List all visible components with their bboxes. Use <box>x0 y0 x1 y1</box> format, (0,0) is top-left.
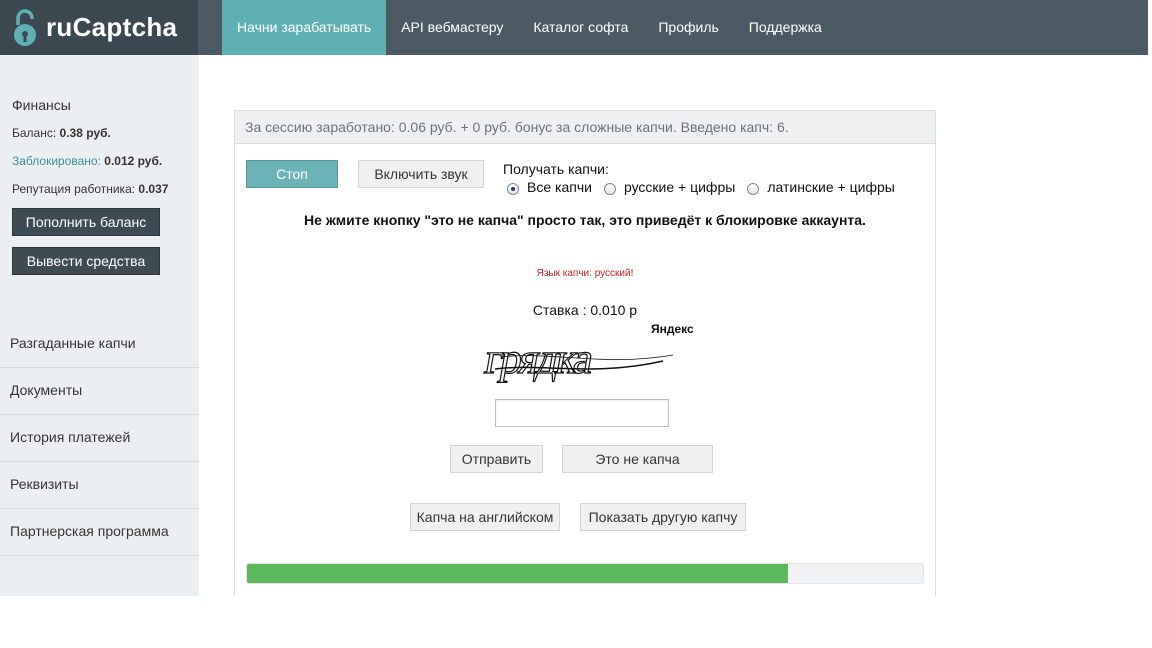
radio-all-captchas[interactable]: Все капчи <box>507 179 592 195</box>
sidebar-item-requisites[interactable]: Реквизиты <box>0 462 199 509</box>
page-root: ruCaptcha Начни зарабатывать API вебмаст… <box>0 0 1152 648</box>
radio-dot-icon <box>747 182 760 195</box>
english-captcha-button[interactable]: Капча на английском <box>410 503 560 531</box>
sidebar-item-documents[interactable]: Документы <box>0 368 199 415</box>
progress-fill <box>247 564 788 583</box>
nav-start-earning[interactable]: Начни зарабатывать <box>222 0 387 55</box>
radio-russian-digits[interactable]: русские + цифры <box>603 179 736 195</box>
balance-label: Баланс: <box>12 126 57 140</box>
padlock-logo-icon <box>14 8 36 46</box>
sidebar: Финансы Баланс: 0.38 руб. Заблокировано:… <box>0 55 199 596</box>
show-another-captcha-button[interactable]: Показать другую капчу <box>580 503 746 531</box>
nav-software-catalog[interactable]: Каталог софта <box>518 0 643 55</box>
captcha-language: Язык капчи: русский! <box>536 268 634 279</box>
nav-support[interactable]: Поддержка <box>734 0 837 55</box>
captcha-answer-input[interactable] <box>495 399 669 427</box>
sidebar-item-solved-captchas[interactable]: Разгаданные капчи <box>0 321 199 368</box>
enable-sound-button[interactable]: Включить звук <box>358 160 484 188</box>
blocked-value: 0.012 руб. <box>104 154 163 168</box>
reputation-value: 0.037 <box>138 182 169 196</box>
blocked-label[interactable]: Заблокировано: <box>12 154 101 168</box>
radio-dot-icon <box>603 182 616 195</box>
radio-dot-icon <box>507 182 519 195</box>
session-earnings: За сессию заработано: 0.06 руб. + 0 руб.… <box>235 111 935 144</box>
stop-button[interactable]: Стоп <box>246 160 338 188</box>
progress-bar <box>246 563 924 584</box>
rate-text: Ставка : 0.010 р <box>532 302 638 318</box>
nav-api-webmaster[interactable]: API вебмастеру <box>386 0 518 55</box>
receive-captchas-label: Получать капчи: <box>503 161 609 177</box>
logo-text: ruCaptcha <box>46 12 178 42</box>
logo[interactable]: ruCaptcha <box>0 0 198 55</box>
captcha-type-radio-group: Все капчи русские + цифры латинские + ци… <box>507 179 907 195</box>
radio-label: латинские + цифры <box>767 179 895 195</box>
radio-label: русские + цифры <box>623 179 736 195</box>
submit-button[interactable]: Отправить <box>450 445 543 473</box>
radio-label: Все капчи <box>527 179 592 195</box>
blocked-line: Заблокировано: 0.012 руб. <box>12 154 162 168</box>
reputation-label: Репутация работника: <box>12 182 136 196</box>
sidebar-menu: Разгаданные капчи Документы История плат… <box>0 321 199 556</box>
balance-value: 0.38 руб. <box>59 126 111 140</box>
nav-profile[interactable]: Профиль <box>643 0 733 55</box>
sidebar-item-partner-program[interactable]: Партнерская программа <box>0 509 199 556</box>
top-navbar: ruCaptcha Начни зарабатывать API вебмаст… <box>0 0 1148 55</box>
topup-balance-button[interactable]: Пополнить баланс <box>12 208 160 236</box>
radio-latin-digits[interactable]: латинские + цифры <box>747 179 895 195</box>
main-nav: Начни зарабатывать API вебмастеру Катало… <box>222 0 837 55</box>
not-captcha-button[interactable]: Это не капча <box>562 445 713 473</box>
captcha-image: Яндекс грядка <box>483 322 693 384</box>
sidebar-item-payment-history[interactable]: История платежей <box>0 415 199 462</box>
reputation-line: Репутация работника: 0.037 <box>12 182 168 196</box>
finance-title: Финансы <box>12 97 71 113</box>
withdraw-funds-button[interactable]: Вывести средства <box>12 247 160 275</box>
captcha-work-panel: За сессию заработано: 0.06 руб. + 0 руб.… <box>234 110 936 596</box>
balance-line: Баланс: 0.38 руб. <box>12 126 111 140</box>
captcha-brand: Яндекс <box>651 322 693 336</box>
block-warning: Не жмите кнопку "это не капча" просто та… <box>304 212 866 228</box>
